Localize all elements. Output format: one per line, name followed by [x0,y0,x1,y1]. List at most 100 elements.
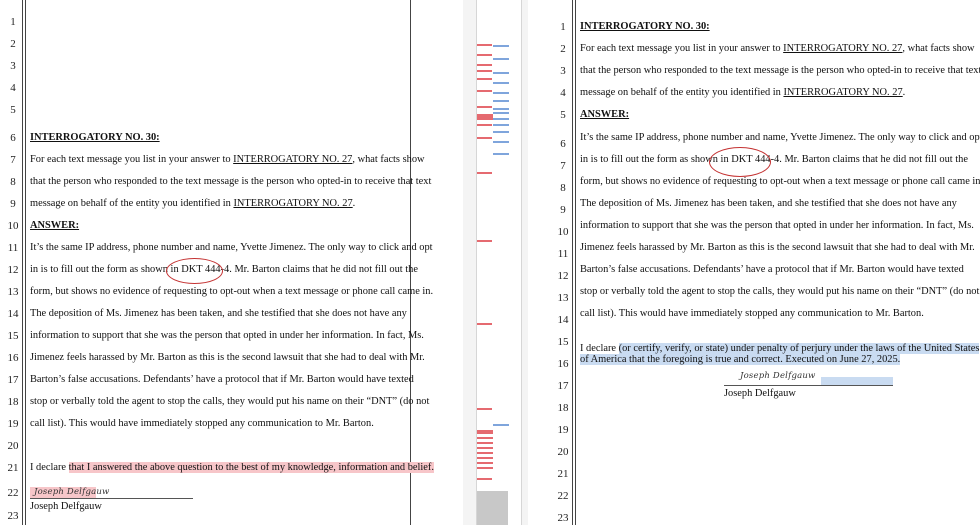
line-number: 5 [10,104,16,116]
line-number: 23 [7,510,19,522]
removed-change-marker[interactable] [477,240,492,242]
line-number: 13 [7,286,19,298]
answer-line: It’s the same IP address, phone number a… [580,132,980,143]
left-document-pane[interactable]: 1 2 3 4 5 6 7 8 9 10 11 12 13 14 15 16 1… [0,0,463,525]
declaration-line: I declare that I answered the above ques… [30,462,434,473]
removed-change-marker[interactable] [477,447,493,449]
added-change-marker[interactable] [493,100,509,102]
line-number: 7 [10,154,16,166]
line-number: 4 [560,87,566,99]
removed-change-marker[interactable] [477,54,492,56]
line-number: 13 [557,292,569,304]
declaration-line: I declare (or certify, verify, or state)… [580,343,980,354]
removed-change-marker[interactable] [477,462,493,464]
line-number: 14 [7,308,19,320]
answer-line: Jimenez feels harassed by Mr. Barton as … [30,352,425,363]
removed-change-marker[interactable] [477,437,493,439]
line-number: 19 [557,424,569,436]
right-document-pane[interactable]: 1 2 3 4 5 6 7 8 9 10 11 12 13 14 15 16 1… [528,0,980,525]
removed-change-marker[interactable] [477,106,492,108]
declaration-line: of America that the foregoing is true an… [580,354,901,365]
added-change-marker[interactable] [493,124,509,126]
answer-line: stop or verbally told the agent to stop … [30,396,430,407]
line-number: 16 [557,358,569,370]
answer-line: in is to fill out the form as shown in D… [580,154,968,165]
line-number: 3 [560,65,566,77]
line-number: 5 [560,109,566,121]
line-number: 18 [7,396,19,408]
removed-change-marker[interactable] [477,457,493,459]
question-line: message on behalf of the entity you iden… [30,198,356,209]
removed-change-marker[interactable] [477,408,492,410]
question-line: that the person who responded to the tex… [580,65,980,76]
added-change-marker[interactable] [493,131,509,133]
added-change-marker[interactable] [493,141,509,143]
answer-line: The deposition of Ms. Jimenez has been t… [30,308,407,319]
added-change-marker[interactable] [493,153,509,155]
line-number: 10 [557,226,569,238]
added-change-marker[interactable] [493,58,509,60]
added-change-marker[interactable] [493,45,509,47]
removed-change-marker[interactable] [477,124,492,126]
line-number: 21 [557,468,569,480]
added-change-marker[interactable] [493,82,509,84]
interrogatory-heading: INTERROGATORY NO. 30: [580,21,710,32]
answer-line: stop or verbally told the agent to stop … [580,286,980,297]
added-change-marker[interactable] [493,72,509,74]
added-change-marker[interactable] [493,424,509,426]
change-overview-strip[interactable] [463,0,528,525]
strip-scroll-thumb[interactable] [477,491,508,525]
interrogatory-heading: INTERROGATORY NO. 30: [30,132,160,143]
added-change-marker[interactable] [493,118,509,120]
line-number: 1 [560,21,566,33]
removed-change-marker[interactable] [477,323,492,325]
line-number: 9 [10,198,16,210]
line-number: 2 [10,38,16,50]
added-change-marker[interactable] [493,108,509,110]
question-line: For each text message you list in your a… [580,43,975,54]
answer-line: information to support that she was the … [580,220,974,231]
signer-name: Joseph Delfgauw [724,388,796,399]
line-number: 9 [560,204,566,216]
removed-change-marker[interactable] [477,478,492,480]
answer-line: Barton’s false accusations. Defendants’ … [30,374,414,385]
line-number: 6 [10,132,16,144]
answer-line: Barton’s false accusations. Defendants’ … [580,264,964,275]
signer-name: Joseph Delfgauw [30,501,102,512]
removed-change-marker[interactable] [477,78,492,80]
line-number: 17 [7,374,19,386]
answer-line: The deposition of Ms. Jimenez has been t… [580,198,957,209]
removed-change-marker[interactable] [477,430,493,434]
line-number: 21 [7,462,19,474]
answer-line: It’s the same IP address, phone number a… [30,242,433,253]
removed-change-marker[interactable] [477,64,492,66]
line-number: 10 [7,220,19,232]
line-number: 1 [10,16,16,28]
line-number: 20 [7,440,19,452]
line-number: 4 [10,82,16,94]
added-change-marker[interactable] [493,112,509,114]
removed-change-marker[interactable] [477,442,493,444]
line-number: 14 [557,314,569,326]
added-change-marker[interactable] [493,92,509,94]
removed-change-marker[interactable] [477,90,492,92]
line-number: 18 [557,402,569,414]
deleted-text-highlight: that I answered the above question to th… [68,462,434,473]
line-number: 19 [7,418,19,430]
removed-change-marker[interactable] [477,467,493,469]
removed-change-marker[interactable] [477,44,492,46]
line-number: 11 [7,242,19,254]
removed-change-marker[interactable] [477,137,492,139]
answer-heading: ANSWER: [30,220,80,231]
removed-change-marker[interactable] [477,70,492,72]
answer-line: information to support that she was the … [30,330,424,341]
removed-change-marker[interactable] [477,114,493,120]
removed-change-marker[interactable] [477,172,492,174]
signature-line [724,385,893,386]
line-number: 15 [557,336,569,348]
line-number: 12 [7,264,19,276]
answer-heading: ANSWER: [580,109,630,120]
line-number: 17 [557,380,569,392]
answer-line: form, but shows no evidence of requestin… [30,286,434,297]
removed-change-marker[interactable] [477,452,493,454]
